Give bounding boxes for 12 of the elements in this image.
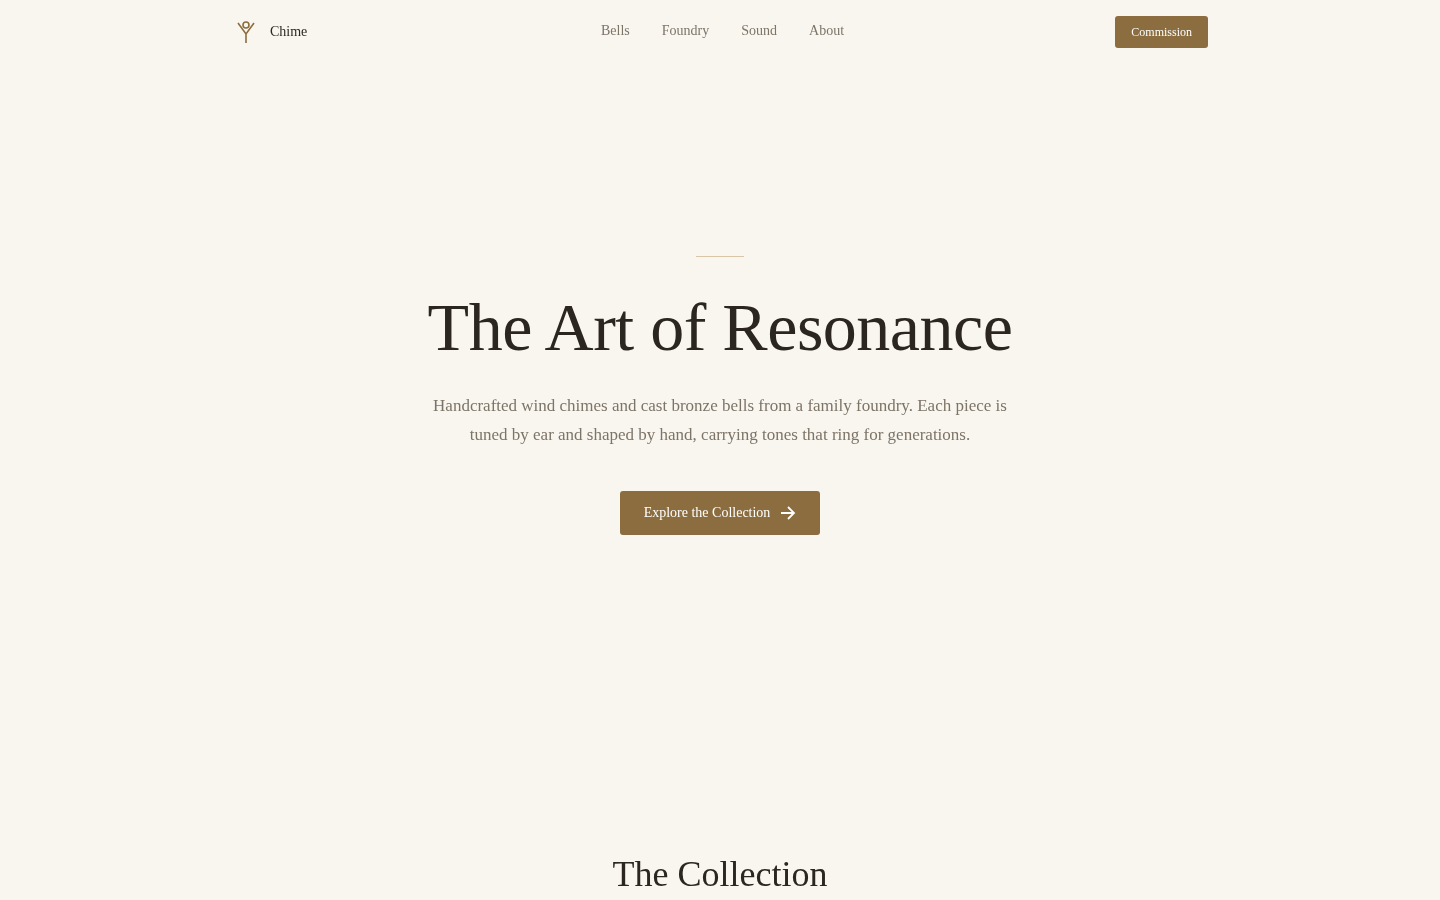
commission-button[interactable]: Commission xyxy=(1115,16,1208,48)
nav-link[interactable]: Sound xyxy=(741,23,778,39)
arrow-right-icon xyxy=(780,506,797,520)
nav-link[interactable]: Foundry xyxy=(661,23,710,39)
chime-logo-icon xyxy=(237,20,255,44)
nav-link[interactable]: About xyxy=(809,23,845,39)
explore-button[interactable]: Explore the Collection xyxy=(619,491,821,535)
nav-link[interactable]: Bells xyxy=(601,23,630,39)
section-title: The Collection xyxy=(611,853,829,895)
hero-text: Handcrafted wind chimes and cast bronze bells from a family foundry. Each piece is tuned by ear and shaped by hand, carrying tones that ring for generations. xyxy=(432,395,1008,446)
hero-title: The Art of Resonance xyxy=(427,288,1013,367)
brand-name[interactable]: Chime xyxy=(270,24,308,40)
